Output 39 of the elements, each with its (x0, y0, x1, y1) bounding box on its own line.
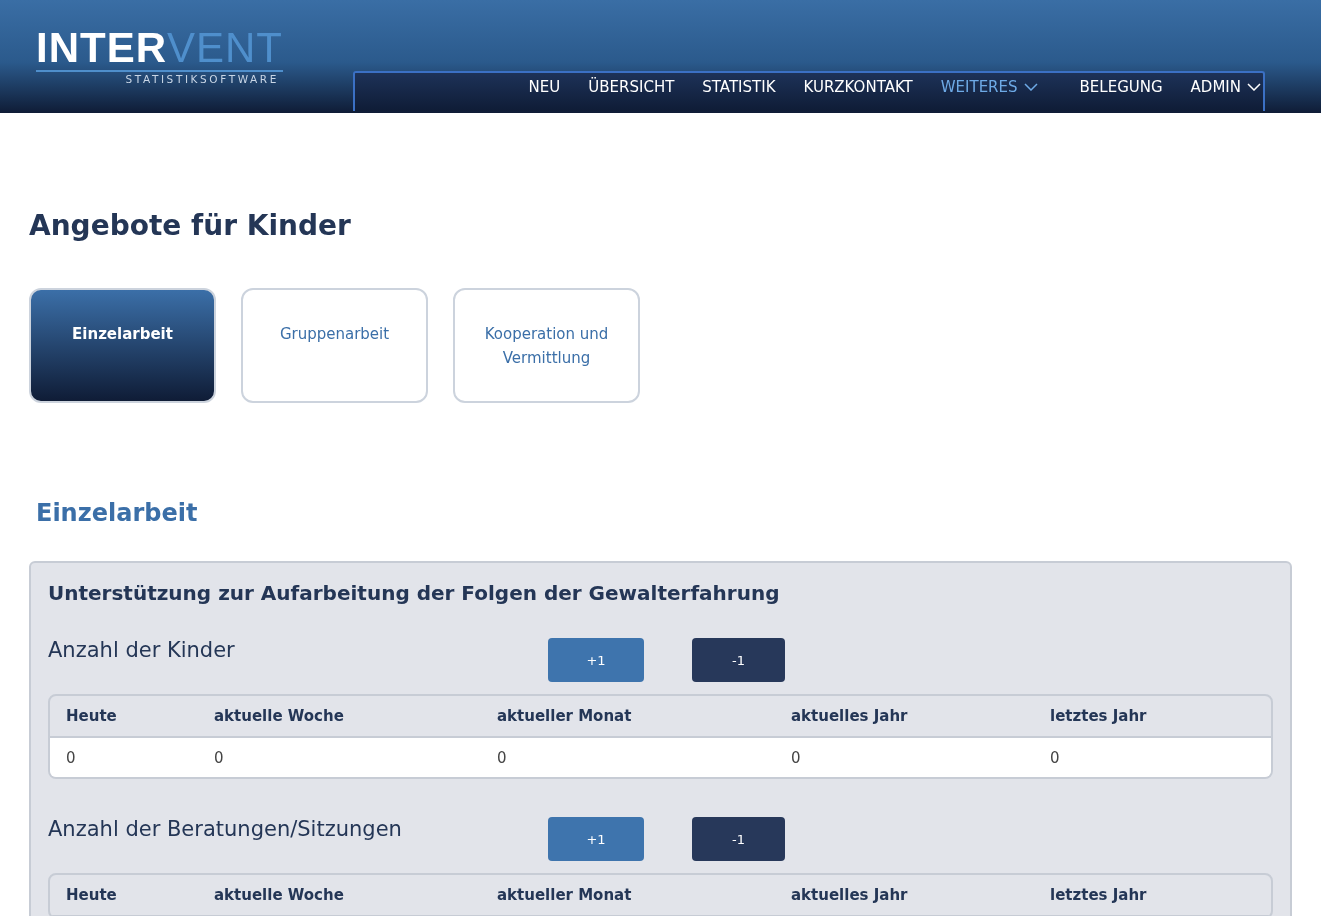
category-tile[interactable]: Einzelarbeit (29, 288, 216, 403)
nav-link[interactable]: ÜBERSICHT (574, 77, 689, 97)
panel-title: Unterstützung zur Aufarbeitung der Folgen der Gewalterfahrung (48, 581, 781, 605)
increment-button[interactable]: +1 (548, 817, 644, 861)
nav-link[interactable]: WEITERES (926, 77, 1052, 97)
decrement-button[interactable]: -1 (692, 638, 785, 682)
column-header: aktuelles Jahr (791, 707, 909, 725)
section-title: Einzelarbeit (36, 499, 199, 527)
counter-label: Anzahl der Beratungen/Sitzungen (48, 817, 403, 841)
logo-tagline: STATISTIKSOFTWARE (125, 73, 279, 85)
column-header: aktueller Monat (497, 707, 633, 725)
increment-button[interactable]: +1 (548, 638, 644, 682)
table-cell-text: 0 (214, 748, 225, 767)
nav-link[interactable]: KURZKONTAKT (789, 77, 927, 97)
counter-label: Anzahl der Kinder (48, 638, 236, 662)
logo-text: INTER (36, 24, 167, 71)
column-header: Heute (66, 886, 118, 904)
column-header: aktuelles Jahr (791, 886, 909, 904)
table-cell-text: 0 (1050, 748, 1061, 767)
column-header: letztes Jahr (1050, 707, 1148, 725)
chevron-down-icon (1023, 83, 1038, 91)
nav-link[interactable]: NEU (514, 77, 575, 97)
table-cell-text: 0 (497, 748, 508, 767)
page-title: Angebote für Kinder (29, 209, 352, 242)
category-tile[interactable]: Gruppenarbeit (241, 288, 428, 403)
column-header: Heute (66, 707, 118, 725)
nav-link[interactable]: STATISTIK (688, 77, 790, 97)
column-header: aktueller Monat (497, 886, 633, 904)
decrement-button[interactable]: -1 (692, 817, 785, 861)
table-cell-text: 0 (66, 748, 77, 767)
column-header: letztes Jahr (1050, 886, 1148, 904)
nav-link[interactable]: ADMIN (1176, 77, 1263, 97)
category-tile[interactable]: Kooperation und Vermittlung (453, 288, 640, 403)
column-header: aktuelle Woche (214, 707, 345, 725)
logo-text: VENT (167, 24, 283, 71)
column-header: aktuelle Woche (214, 886, 345, 904)
chevron-down-icon (1247, 83, 1261, 91)
nav-link[interactable]: BELEGUNG (1065, 77, 1177, 97)
table-cell-text: 0 (791, 748, 802, 767)
